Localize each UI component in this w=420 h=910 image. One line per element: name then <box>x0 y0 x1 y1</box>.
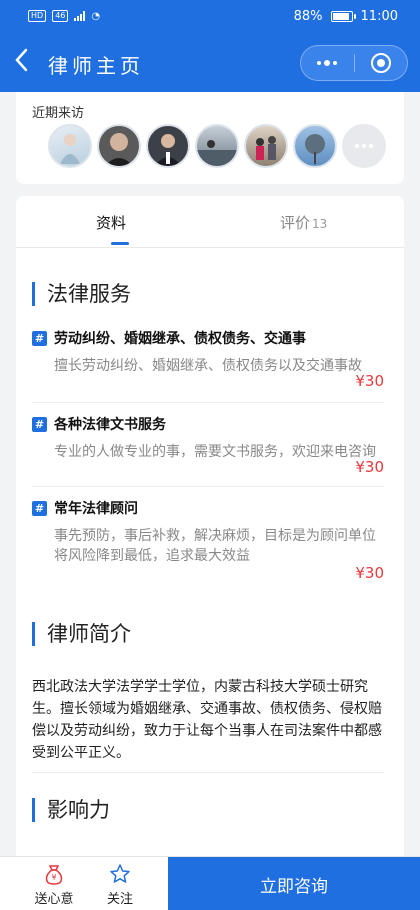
visitor-5-photo <box>256 136 276 160</box>
avatar[interactable] <box>97 124 141 168</box>
avatar[interactable] <box>293 124 337 168</box>
more-button[interactable] <box>301 60 354 66</box>
target-circle-icon <box>370 53 391 73</box>
legal-services-heading: 法律服务 <box>32 282 131 306</box>
service-price: ¥30 <box>355 564 384 582</box>
service-price: ¥30 <box>355 458 384 476</box>
divider <box>32 402 384 403</box>
more-visitors-button[interactable] <box>342 124 386 168</box>
tab-bar: 资料 评价 13 <box>16 196 404 248</box>
lawyer-profile-card: 资料 评价 13 法律服务 # 劳动纠纷、婚姻继承、债权债务、交通事 擅长劳动纠纷… <box>16 196 404 856</box>
recent-visitors-label: 近期来访 <box>32 106 85 121</box>
service-description: 专业的人做专业的事，需要文书服务，欢迎来电咨询 <box>54 444 376 460</box>
divider <box>32 486 384 487</box>
tab-reviews-label: 评价 <box>280 214 311 232</box>
wifi-icon: ◔ <box>91 10 101 22</box>
avatar[interactable] <box>195 124 239 168</box>
bottom-action-bar: ¥ 送心意 关注 立即咨询 <box>0 856 420 910</box>
service-price: ¥30 <box>355 372 384 390</box>
network-badge: 46 <box>52 10 69 22</box>
recent-visitors-card: 近期来访 <box>16 92 404 184</box>
visitor-1-photo <box>60 134 80 164</box>
service-title: 常年法律顾问 <box>54 501 138 517</box>
tab-info[interactable]: 资料 <box>96 212 126 233</box>
service-title: 各种法律文书服务 <box>54 417 166 433</box>
visitor-2-photo <box>105 133 133 166</box>
page-title: 律师主页 <box>48 54 144 78</box>
divider <box>32 772 384 773</box>
lawyer-intro-heading: 律师简介 <box>32 622 131 646</box>
more-dots-icon <box>355 144 373 148</box>
visitor-6-photo <box>305 134 325 164</box>
status-bar: HD 46 ◔ 88% 11:00 <box>0 0 420 34</box>
follow-label: 关注 <box>106 892 133 907</box>
send-gift-label: 送心意 <box>34 892 74 907</box>
active-tab-indicator <box>111 242 129 245</box>
hash-tag-icon: # <box>32 330 47 346</box>
svg-text:¥: ¥ <box>51 873 56 882</box>
visitor-4-photo <box>197 140 237 166</box>
service-item[interactable]: # 劳动纠纷、婚姻继承、债权债务、交通事 擅长劳动纠纷、婚姻继承、债权债务以及交… <box>32 328 384 390</box>
back-button[interactable] <box>14 48 38 76</box>
miniprogram-capsule <box>300 45 408 81</box>
hd-badge: HD <box>28 10 47 22</box>
follow-button[interactable]: 关注 <box>90 863 150 907</box>
close-button[interactable] <box>354 53 407 73</box>
money-bag-icon: ¥ <box>45 865 63 885</box>
avatar[interactable] <box>48 124 92 168</box>
service-item[interactable]: # 常年法律顾问 事先预防，事后补救，解决麻烦，目标是为顾问单位将风险降到最低，… <box>32 498 384 582</box>
visitor-avatar-list <box>48 124 386 168</box>
tab-reviews[interactable]: 评价 13 <box>280 212 327 233</box>
avatar[interactable] <box>146 124 190 168</box>
service-description: 事先预防，事后补救，解决麻烦，目标是为顾问单位将风险降到最低，追求最大效益 <box>54 528 376 564</box>
signal-icon <box>74 11 86 21</box>
more-dots-icon <box>317 60 338 66</box>
service-title: 劳动纠纷、婚姻继承、债权债务、交通事 <box>54 331 306 347</box>
star-icon <box>110 864 130 883</box>
influence-heading: 影响力 <box>32 798 110 822</box>
nav-bar: 律师主页 <box>0 34 420 92</box>
clock: 11:00 <box>360 9 398 24</box>
visitor-3-photo <box>155 134 181 166</box>
lawyer-intro-text: 西北政法大学法学学士学位，内蒙古科技大学硕士研究生。擅长领域为婚姻继承、交通事故… <box>32 679 382 761</box>
hash-tag-icon: # <box>32 416 47 432</box>
service-item[interactable]: # 各种法律文书服务 专业的人做专业的事，需要文书服务，欢迎来电咨询 ¥30 <box>32 414 384 476</box>
avatar[interactable] <box>244 124 288 168</box>
chevron-left-icon <box>15 48 28 72</box>
service-description: 擅长劳动纠纷、婚姻继承、债权债务以及交通事故 <box>54 358 362 374</box>
consult-now-button[interactable]: 立即咨询 <box>168 857 420 910</box>
reviews-count: 13 <box>312 217 328 231</box>
battery-percent: 88% <box>293 9 323 24</box>
send-gift-button[interactable]: ¥ 送心意 <box>24 863 84 907</box>
battery-icon <box>330 11 356 22</box>
hash-tag-icon: # <box>32 500 47 516</box>
